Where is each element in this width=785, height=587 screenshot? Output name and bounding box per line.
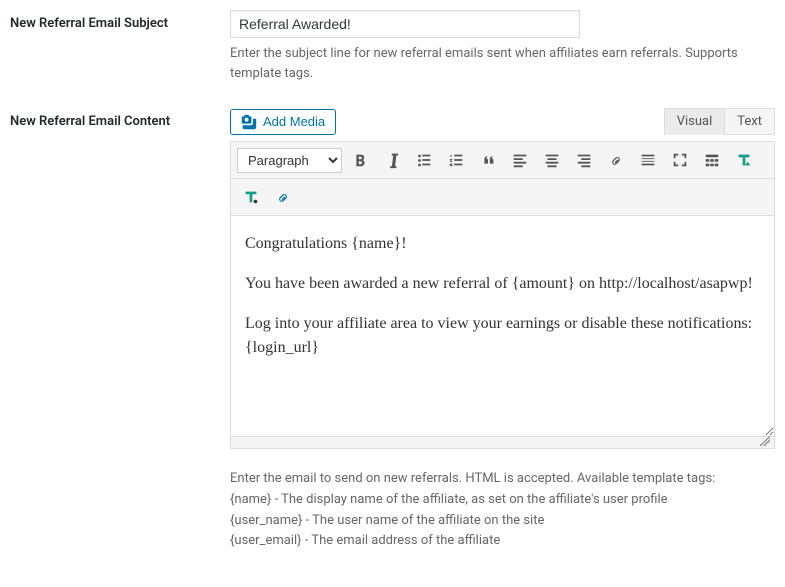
align-center-button[interactable]	[538, 146, 566, 174]
content-description: Enter the email to send on new referrals…	[230, 469, 775, 552]
bullet-list-button[interactable]	[410, 146, 438, 174]
editor-tabs: Visual Text	[665, 108, 775, 135]
desc-line-2: {name} - The display name of the affilia…	[230, 490, 775, 511]
align-left-button[interactable]	[506, 146, 534, 174]
subject-input[interactable]	[230, 10, 580, 38]
thrive-button-1[interactable]	[730, 146, 758, 174]
desc-line-1: Enter the email to send on new referrals…	[230, 469, 775, 490]
editor-p2: You have been awarded a new referral of …	[245, 272, 760, 296]
editor-content[interactable]: Congratulations {name}! You have been aw…	[231, 216, 774, 436]
align-right-button[interactable]	[570, 146, 598, 174]
resize-handle[interactable]	[231, 436, 774, 448]
toolbar-row-1: Paragraph	[231, 142, 774, 179]
content-label: New Referral Email Content	[10, 108, 230, 552]
bold-button[interactable]	[346, 146, 374, 174]
link-button[interactable]	[602, 146, 630, 174]
toolbar-toggle-button[interactable]	[698, 146, 726, 174]
editor-p3: Log into your affiliate area to view you…	[245, 312, 760, 360]
subject-description: Enter the subject line for new referral …	[230, 44, 775, 83]
italic-button[interactable]	[378, 146, 406, 174]
thrive-button-2[interactable]	[237, 183, 265, 211]
desc-line-3: {user_name} - The user name of the affil…	[230, 511, 775, 532]
add-media-button[interactable]: Add Media	[230, 109, 336, 135]
toolbar-row-2	[231, 179, 774, 216]
number-list-button[interactable]	[442, 146, 470, 174]
blockquote-button[interactable]	[474, 146, 502, 174]
add-media-label: Add Media	[263, 114, 325, 129]
subject-row: New Referral Email Subject Enter the sub…	[10, 10, 775, 83]
tab-text[interactable]: Text	[724, 108, 775, 135]
subject-label: New Referral Email Subject	[10, 10, 230, 83]
editor: Paragraph Congratula	[230, 141, 775, 449]
media-icon	[241, 114, 257, 130]
thrive-link-button[interactable]	[269, 183, 297, 211]
content-row: New Referral Email Content Add Media Vis…	[10, 108, 775, 552]
format-select[interactable]: Paragraph	[237, 148, 342, 173]
fullscreen-button[interactable]	[666, 146, 694, 174]
editor-p1: Congratulations {name}!	[245, 232, 760, 256]
desc-line-4: {user_email} - The email address of the …	[230, 531, 775, 552]
read-more-button[interactable]	[634, 146, 662, 174]
tab-visual[interactable]: Visual	[664, 108, 726, 135]
